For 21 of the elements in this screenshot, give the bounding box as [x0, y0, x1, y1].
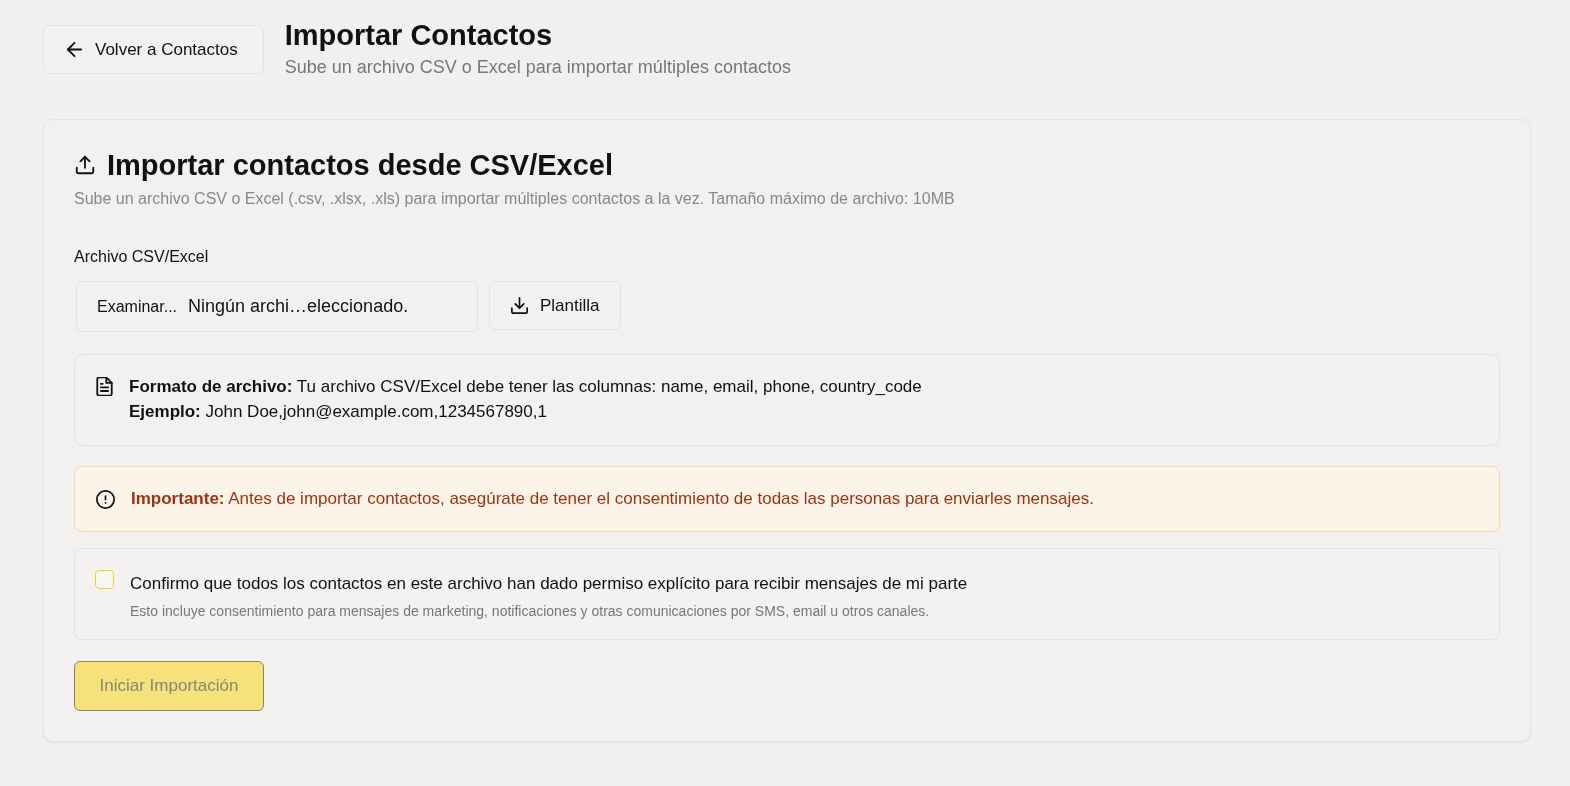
format-info-text: Formato de archivo: Tu archivo CSV/Excel debe tener las columnas: name, email, phone, country_code [129, 376, 922, 398]
card-title: Importar contactos desde CSV/Excel [107, 148, 614, 183]
file-name-text: Ningún archi…eleccionado. [188, 295, 409, 318]
template-download-button[interactable]: Plantilla [489, 281, 621, 330]
upload-icon [74, 154, 96, 176]
page-subtitle: Sube un archivo CSV o Excel para importar múltiples contactos [284, 56, 791, 79]
format-info-text: Ejemplo: John Doe,john@example.com,1234567890,1 [129, 401, 548, 423]
consent-hint: Esto incluye consentimiento para mensajes de marketing, notificaciones y otras comunicaciones por SMS, email u otros canales. [130, 602, 931, 620]
download-icon [511, 297, 528, 314]
arrow-left-icon [67, 42, 82, 57]
back-button[interactable]: Volver a Contactos [43, 25, 264, 74]
card-description: Sube un archivo CSV o Excel (.csv, .xlsx, .xls) para importar múltiples contactos a la vez. Tamaño máximo de archivo: 10MB [74, 189, 956, 209]
alert-text: Importante: Antes de importar contactos, asegúrate de tener el consentimiento de todas las personas para enviarles mensajes. [131, 488, 1094, 510]
file-field-label: Archivo CSV/Excel [74, 247, 210, 267]
consent-label: Confirmo que todos los contactos en este archivo han dado permiso explícito para recibir mensajes de mi parte [130, 573, 968, 595]
page-title: Importar Contactos [284, 20, 554, 50]
alert-circle-icon [96, 489, 115, 509]
document-icon [96, 377, 113, 396]
file-input[interactable]: Examinar... Ningún archi…eleccionado. [76, 281, 478, 332]
consent-checkbox[interactable] [95, 570, 114, 589]
browse-button[interactable]: Examinar... [97, 294, 178, 319]
